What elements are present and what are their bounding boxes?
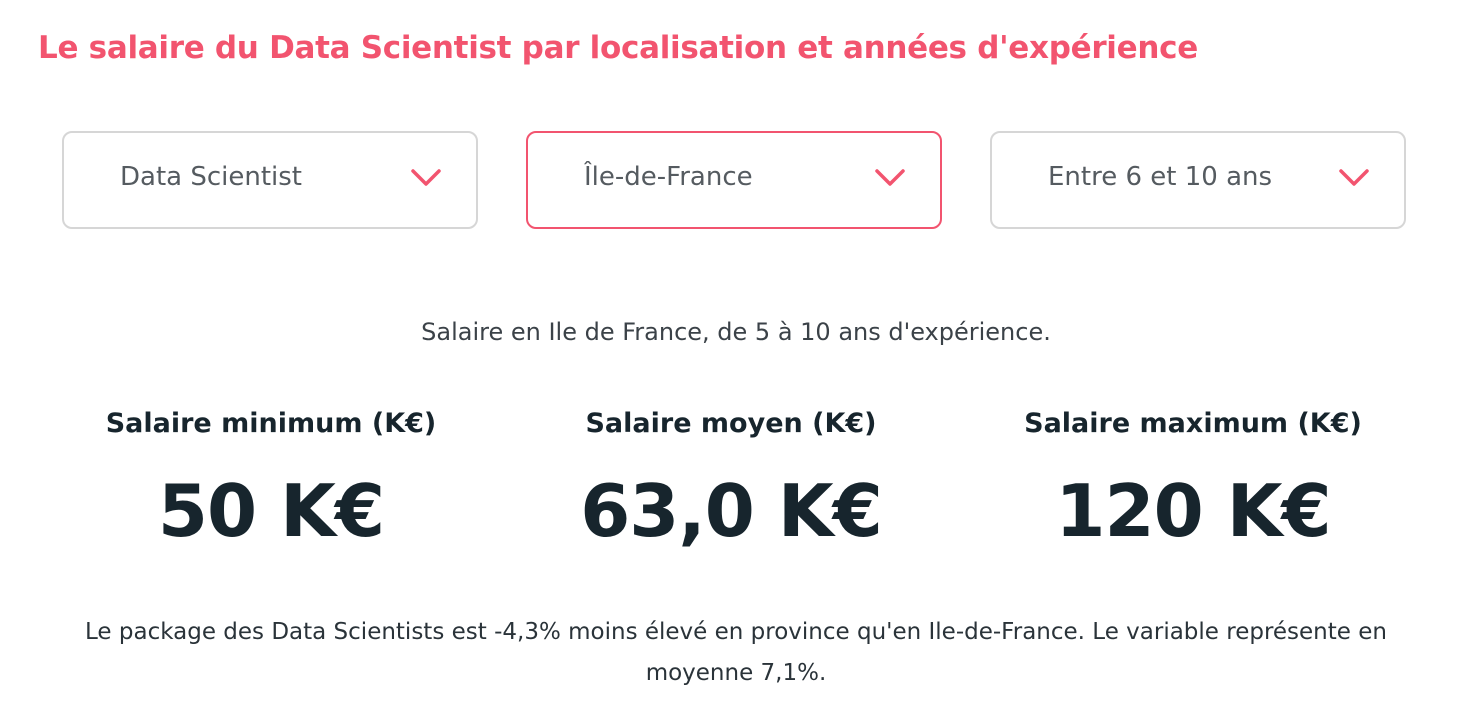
filter-bar: Data Scientist Île-de-France Entre 6 et … [62, 131, 1406, 229]
stat-maximum-label: Salaire maximum (K€) [1024, 408, 1362, 439]
salary-context-text: Salaire en Ile de France, de 5 à 10 ans … [421, 318, 1051, 346]
stat-average-label: Salaire moyen (K€) [585, 408, 877, 439]
stat-average: Salaire moyen (K€) 63,0 K€ [501, 408, 961, 553]
stat-minimum: Salaire minimum (K€) 50 K€ [41, 408, 501, 553]
stat-maximum-value: 120 K€ [1055, 469, 1331, 553]
stat-average-value: 63,0 K€ [580, 469, 883, 553]
experience-select[interactable]: Entre 6 et 10 ans [990, 131, 1406, 229]
job-select-value: Data Scientist [120, 162, 302, 192]
experience-select-value: Entre 6 et 10 ans [1048, 162, 1273, 192]
chevron-down-icon [411, 169, 441, 186]
stat-minimum-label: Salaire minimum (K€) [105, 408, 437, 439]
location-select-value: Île-de-France [584, 162, 753, 192]
location-select[interactable]: Île-de-France [526, 131, 942, 229]
footnote-text: Le package des Data Scientists est -4,3%… [85, 619, 1387, 686]
job-select[interactable]: Data Scientist [62, 131, 478, 229]
stat-maximum: Salaire maximum (K€) 120 K€ [963, 408, 1423, 553]
stat-minimum-value: 50 K€ [157, 469, 385, 553]
page-title: Le salaire du Data Scientist par localis… [38, 30, 1198, 66]
chevron-down-icon [1339, 169, 1369, 186]
chevron-down-icon [875, 169, 905, 186]
